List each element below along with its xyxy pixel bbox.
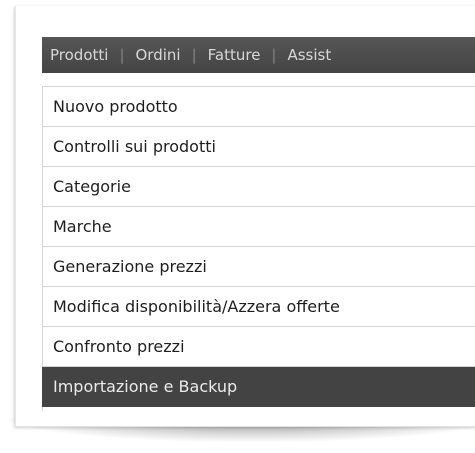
tab-prodotti[interactable]: Prodotti [42, 37, 119, 73]
top-menu-bar: Prodotti | Ordini | Fatture | Assist [42, 37, 475, 73]
menu-item-modifica-disponibilita[interactable]: Modifica disponibilità/Azzera offerte [42, 287, 475, 327]
menu-item-marche[interactable]: Marche [42, 207, 475, 247]
menu-item-confronto-prezzi[interactable]: Confronto prezzi [42, 327, 475, 367]
menu-item-categorie[interactable]: Categorie [42, 167, 475, 207]
prodotti-dropdown-menu: Nuovo prodotto Controlli sui prodotti Ca… [42, 86, 475, 411]
menu-item-controlli-sui-prodotti[interactable]: Controlli sui prodotti [42, 127, 475, 167]
tab-assistenza[interactable]: Assist [276, 37, 342, 73]
dropdown-bottom-edge [42, 407, 475, 411]
menu-item-generazione-prezzi[interactable]: Generazione prezzi [42, 247, 475, 287]
tab-ordini[interactable]: Ordini [125, 37, 192, 73]
menu-item-importazione-backup[interactable]: Importazione e Backup [42, 367, 475, 407]
tab-fatture[interactable]: Fatture [197, 37, 272, 73]
menu-item-nuovo-prodotto[interactable]: Nuovo prodotto [42, 87, 475, 127]
